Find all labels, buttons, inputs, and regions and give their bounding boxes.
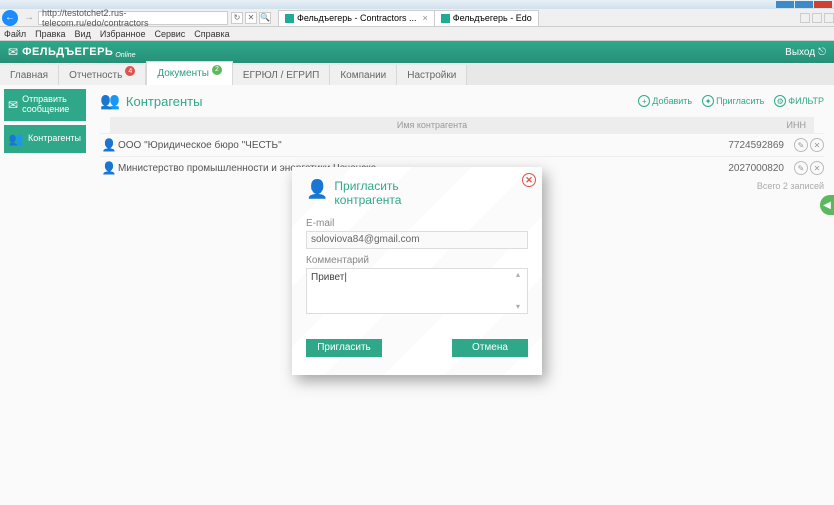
tab-title: Фельдъегерь - Contractors ... xyxy=(297,13,416,23)
browser-back-button[interactable]: ← xyxy=(0,10,20,26)
nav-label: ЕГРЮЛ / ЕГРИП xyxy=(243,70,319,81)
sidebar-label: Отправить сообщение xyxy=(22,95,82,115)
menu-favorites[interactable]: Избранное xyxy=(100,29,146,39)
close-icon[interactable]: × xyxy=(422,13,427,23)
nav-label: Компании xyxy=(340,70,386,81)
browser-forward-button[interactable]: → xyxy=(20,12,38,23)
nav-tab-home[interactable]: Главная xyxy=(0,65,59,85)
table-row: 👤 ООО "Юридическое бюро "ЧЕСТЬ" 77245928… xyxy=(100,133,824,156)
app-header: ✉ ФЕЛЬДЪЕГЕРЬ Online Выход ⎋ xyxy=(0,41,834,63)
add-button[interactable]: +Добавить xyxy=(638,95,692,107)
sidebar-send-message[interactable]: ✉ Отправить сообщение xyxy=(4,89,86,121)
nav-tab-documents[interactable]: Документы2 xyxy=(146,61,233,85)
window-close[interactable] xyxy=(814,1,832,8)
edit-icon[interactable]: ✎ xyxy=(794,161,808,175)
window-maximize[interactable] xyxy=(795,1,813,8)
url-text: http://testotchet2.rus-telecom.ru/edo/co… xyxy=(42,8,224,28)
browser-tab[interactable]: Фельдъегерь - Edo xyxy=(434,10,539,26)
scroll-down-icon[interactable]: ▾ xyxy=(516,302,526,311)
delete-icon[interactable]: ✕ xyxy=(810,161,824,175)
email-label: E-mail xyxy=(306,218,528,229)
invite-modal: ✕ 👤 Пригласить контрагента E-mail Коммен… xyxy=(292,167,542,375)
logo-icon: ✉ xyxy=(8,45,18,59)
nav-tab-companies[interactable]: Компании xyxy=(330,65,397,85)
logout-link[interactable]: Выход ⎋ xyxy=(785,47,826,58)
nav-label: Отчетность xyxy=(69,70,122,81)
refresh-icon[interactable]: ↻ xyxy=(231,12,243,24)
logo-subtitle: Online xyxy=(115,52,135,59)
badge: 4 xyxy=(125,66,135,76)
person-icon: 👤 xyxy=(100,161,118,175)
menu-help[interactable]: Справка xyxy=(194,29,229,39)
menu-view[interactable]: Вид xyxy=(75,29,91,39)
search-icon[interactable]: 🔍 xyxy=(259,12,271,24)
scroll-up-icon[interactable]: ▴ xyxy=(516,270,526,279)
nav-label: Главная xyxy=(10,70,48,81)
edit-icon[interactable]: ✎ xyxy=(794,138,808,152)
delete-icon[interactable]: ✕ xyxy=(810,138,824,152)
row-inn: 7724592869 xyxy=(714,140,784,151)
envelope-icon: ✉ xyxy=(8,97,18,113)
logout-label: Выход xyxy=(785,47,815,58)
nav-tab-settings[interactable]: Настройки xyxy=(397,65,467,85)
browser-tabs: Фельдъегерь - Contractors ... × Фельдъег… xyxy=(278,10,538,26)
nav-tab-egrul[interactable]: ЕГРЮЛ / ЕГРИП xyxy=(233,65,330,85)
modal-title-line: контрагента xyxy=(334,193,401,207)
action-label: Добавить xyxy=(652,96,692,106)
home-icon[interactable] xyxy=(800,13,810,23)
comment-label: Комментарий xyxy=(306,255,528,266)
menu-service[interactable]: Сервис xyxy=(154,29,185,39)
browser-tab[interactable]: Фельдъегерь - Contractors ... × xyxy=(278,10,435,26)
plus-icon: + xyxy=(638,95,650,107)
modal-close-button[interactable]: ✕ xyxy=(522,173,536,187)
nav-label: Документы xyxy=(157,68,209,79)
logout-icon: ⎋ xyxy=(818,47,826,58)
email-field[interactable] xyxy=(306,231,528,249)
sidebar-label: Контрагенты xyxy=(28,134,81,144)
modal-title: Пригласить контрагента xyxy=(334,179,401,208)
filter-icon: ⚙ xyxy=(774,95,786,107)
page-header: 👥 Контрагенты +Добавить ✦Пригласить ⚙ФИЛ… xyxy=(100,91,824,111)
modal-title-line: Пригласить xyxy=(334,179,401,193)
window-minimize[interactable] xyxy=(776,1,794,8)
tools-icon[interactable] xyxy=(824,13,834,23)
main-nav: Главная Отчетность4 Документы2 ЕГРЮЛ / Е… xyxy=(0,63,834,85)
nav-tab-reports[interactable]: Отчетность4 xyxy=(59,65,146,85)
row-name[interactable]: ООО "Юридическое бюро "ЧЕСТЬ" xyxy=(118,140,714,151)
cancel-button[interactable]: Отмена xyxy=(452,339,528,357)
person-plus-icon: 👤 xyxy=(306,179,328,200)
page-title: Контрагенты xyxy=(126,94,203,109)
browser-menu-bar: Файл Правка Вид Избранное Сервис Справка xyxy=(0,27,834,41)
tab-title: Фельдъегерь - Edo xyxy=(453,13,532,23)
tab-favicon xyxy=(285,14,294,23)
badge: 2 xyxy=(212,65,222,75)
menu-edit[interactable]: Правка xyxy=(35,29,65,39)
browser-toolbar: ← → http://testotchet2.rus-telecom.ru/ed… xyxy=(0,9,834,27)
invite-button[interactable]: ✦Пригласить xyxy=(702,95,764,107)
person-icon: ✦ xyxy=(702,95,714,107)
tab-favicon xyxy=(441,14,450,23)
address-bar[interactable]: http://testotchet2.rus-telecom.ru/edo/co… xyxy=(38,11,228,25)
menu-file[interactable]: Файл xyxy=(4,29,26,39)
browser-right-controls xyxy=(800,13,834,23)
stop-icon[interactable]: ✕ xyxy=(245,12,257,24)
row-inn: 2027000820 xyxy=(714,163,784,174)
col-inn: ИНН xyxy=(746,120,806,130)
people-icon: 👥 xyxy=(8,131,24,147)
filter-button[interactable]: ⚙ФИЛЬТР xyxy=(774,95,824,107)
logo-text: ФЕЛЬДЪЕГЕРЬ xyxy=(22,46,113,58)
action-label: ФИЛЬТР xyxy=(788,96,824,106)
action-label: Пригласить xyxy=(716,96,764,106)
side-drawer-handle[interactable]: ◀ xyxy=(820,195,834,215)
person-icon: 👤 xyxy=(100,138,118,152)
col-name: Имя контрагента xyxy=(118,120,746,130)
sidebar-contractors[interactable]: 👥 Контрагенты xyxy=(4,125,86,153)
sidebar: ✉ Отправить сообщение 👥 Контрагенты xyxy=(0,85,90,505)
people-icon: 👥 xyxy=(100,91,120,111)
favorites-icon[interactable] xyxy=(812,13,822,23)
comment-field[interactable] xyxy=(306,268,528,314)
invite-submit-button[interactable]: Пригласить xyxy=(306,339,382,357)
nav-label: Настройки xyxy=(407,70,456,81)
table-header: Имя контрагента ИНН xyxy=(110,117,814,133)
